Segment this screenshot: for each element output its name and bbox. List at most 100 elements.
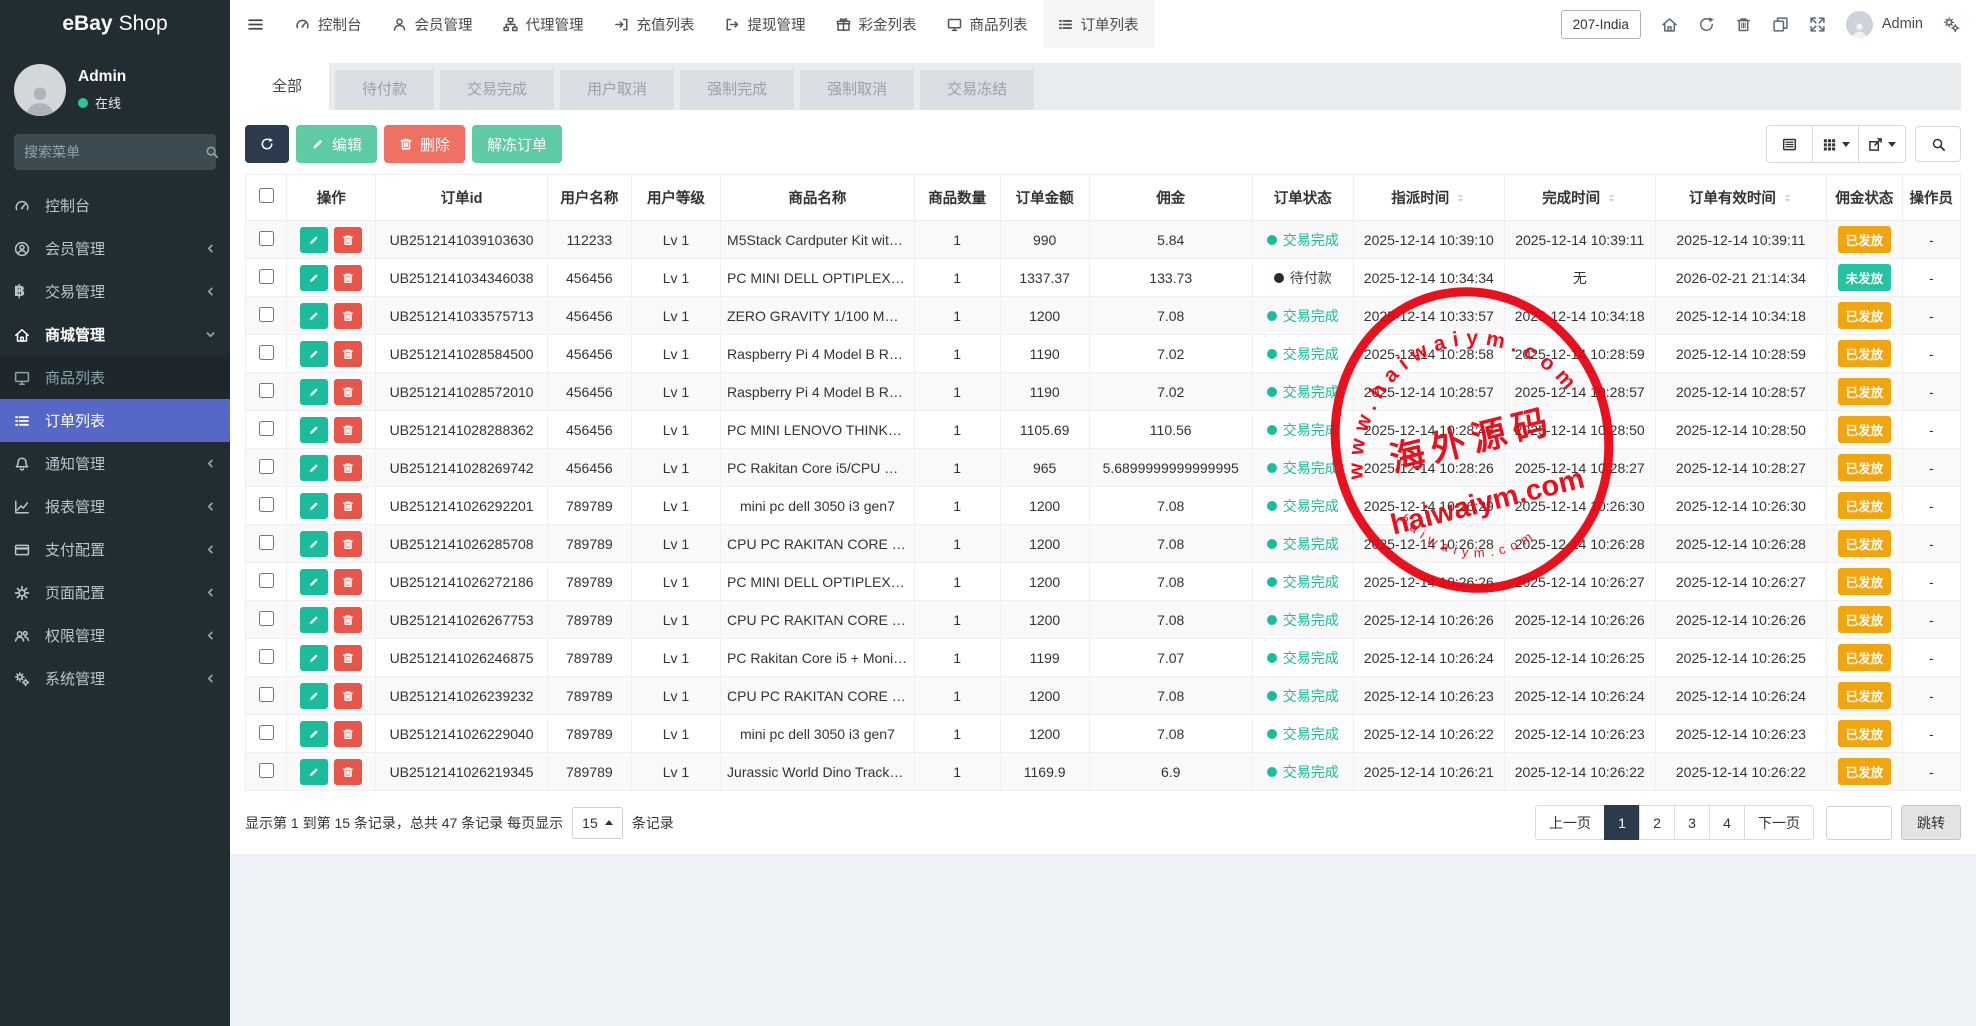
tab-交易完成[interactable]: 交易完成: [440, 70, 554, 110]
tab-强制取消[interactable]: 强制取消: [800, 70, 914, 110]
nav-item-控制台[interactable]: 控制台: [280, 0, 377, 48]
select-all-header[interactable]: [246, 175, 287, 221]
per-page-select[interactable]: 15: [572, 807, 623, 839]
row-delete-button[interactable]: [334, 493, 362, 519]
row-checkbox[interactable]: [259, 725, 274, 740]
pagination-page-3[interactable]: 3: [1674, 805, 1710, 840]
row-delete-button[interactable]: [334, 379, 362, 405]
row-edit-button[interactable]: [300, 265, 328, 291]
row-checkbox[interactable]: [259, 535, 274, 550]
row-checkbox[interactable]: [259, 687, 274, 702]
tab-交易冻结[interactable]: 交易冻结: [920, 70, 1034, 110]
select-all-checkbox[interactable]: [259, 188, 274, 203]
row-delete-button[interactable]: [334, 683, 362, 709]
pagination-page-1[interactable]: 1: [1604, 805, 1640, 840]
row-checkbox[interactable]: [259, 345, 274, 360]
delete-button[interactable]: 删除: [384, 125, 465, 163]
sidebar-item-系统管理[interactable]: 系统管理: [0, 657, 230, 700]
fullscreen-icon[interactable]: [1809, 16, 1826, 33]
row-checkbox[interactable]: [259, 421, 274, 436]
row-delete-button[interactable]: [334, 759, 362, 785]
row-delete-button[interactable]: [334, 721, 362, 747]
nav-item-代理管理[interactable]: 代理管理: [488, 0, 599, 48]
nav-item-彩金列表[interactable]: 彩金列表: [821, 0, 932, 48]
tab-强制完成[interactable]: 强制完成: [680, 70, 794, 110]
column-header-指派时间[interactable]: 指派时间: [1353, 175, 1504, 221]
user-menu[interactable]: Admin: [1846, 11, 1923, 38]
sort-icon[interactable]: [1455, 191, 1466, 205]
row-delete-button[interactable]: [334, 227, 362, 253]
refresh-button[interactable]: [245, 125, 289, 163]
pagination-page-4[interactable]: 4: [1709, 805, 1745, 840]
nav-item-充值列表[interactable]: 充值列表: [599, 0, 710, 48]
brand-logo[interactable]: eBay Shop: [0, 0, 230, 48]
region-select-button[interactable]: 207-India: [1561, 10, 1641, 39]
sidebar-item-报表管理[interactable]: 报表管理: [0, 485, 230, 528]
row-edit-button[interactable]: [300, 607, 328, 633]
nav-item-商品列表[interactable]: 商品列表: [932, 0, 1043, 48]
row-edit-button[interactable]: [300, 379, 328, 405]
sidebar-item-交易管理[interactable]: ฿交易管理: [0, 270, 230, 313]
row-checkbox[interactable]: [259, 649, 274, 664]
sidebar-item-会员管理[interactable]: 会员管理: [0, 227, 230, 270]
row-delete-button[interactable]: [334, 417, 362, 443]
nav-item-提现管理[interactable]: 提现管理: [710, 0, 821, 48]
tab-用户取消[interactable]: 用户取消: [560, 70, 674, 110]
nav-item-会员管理[interactable]: 会员管理: [377, 0, 488, 48]
page-jump-button[interactable]: 跳转: [1901, 805, 1961, 840]
row-edit-button[interactable]: [300, 531, 328, 557]
row-delete-button[interactable]: [334, 341, 362, 367]
row-checkbox[interactable]: [259, 459, 274, 474]
row-edit-button[interactable]: [300, 417, 328, 443]
row-checkbox[interactable]: [259, 383, 274, 398]
row-delete-button[interactable]: [334, 303, 362, 329]
row-edit-button[interactable]: [300, 493, 328, 519]
pagination-next[interactable]: 下一页: [1744, 805, 1814, 840]
sidebar-item-通知管理[interactable]: 通知管理: [0, 442, 230, 485]
search-icon[interactable]: [205, 145, 219, 159]
sidebar-item-页面配置[interactable]: 页面配置: [0, 571, 230, 614]
row-checkbox[interactable]: [259, 269, 274, 284]
sidebar-item-控制台[interactable]: 控制台: [0, 184, 230, 227]
detail-view-button[interactable]: [1767, 126, 1813, 162]
row-edit-button[interactable]: [300, 721, 328, 747]
settings-gears-icon[interactable]: [1943, 16, 1960, 33]
refresh-icon[interactable]: [1698, 16, 1715, 33]
tab-待付款[interactable]: 待付款: [335, 70, 434, 110]
row-checkbox[interactable]: [259, 763, 274, 778]
row-delete-button[interactable]: [334, 265, 362, 291]
sidebar-item-支付配置[interactable]: 支付配置: [0, 528, 230, 571]
row-edit-button[interactable]: [300, 645, 328, 671]
sort-icon[interactable]: [1606, 191, 1617, 205]
row-edit-button[interactable]: [300, 759, 328, 785]
sidebar-subitem-订单列表[interactable]: 订单列表: [0, 399, 230, 442]
row-checkbox[interactable]: [259, 307, 274, 322]
column-header-完成时间[interactable]: 完成时间: [1504, 175, 1655, 221]
row-edit-button[interactable]: [300, 341, 328, 367]
row-delete-button[interactable]: [334, 455, 362, 481]
row-edit-button[interactable]: [300, 303, 328, 329]
row-checkbox[interactable]: [259, 231, 274, 246]
row-edit-button[interactable]: [300, 683, 328, 709]
sidebar-subitem-商品列表[interactable]: 商品列表: [0, 356, 230, 399]
column-header-订单有效时间[interactable]: 订单有效时间: [1655, 175, 1827, 221]
nav-item-订单列表[interactable]: 订单列表: [1043, 0, 1154, 48]
row-delete-button[interactable]: [334, 531, 362, 557]
page-jump-input[interactable]: [1826, 806, 1892, 840]
search-toggle-button[interactable]: [1915, 126, 1961, 162]
row-checkbox[interactable]: [259, 497, 274, 512]
row-edit-button[interactable]: [300, 227, 328, 253]
pagination-prev[interactable]: 上一页: [1535, 805, 1605, 840]
sidebar-search-input[interactable]: [24, 144, 205, 160]
trash-icon[interactable]: [1735, 16, 1752, 33]
tab-全部[interactable]: 全部: [245, 63, 329, 110]
export-button[interactable]: [1859, 126, 1905, 162]
row-checkbox[interactable]: [259, 611, 274, 626]
row-delete-button[interactable]: [334, 569, 362, 595]
edit-button[interactable]: 编辑: [296, 125, 377, 163]
columns-button[interactable]: [1813, 126, 1859, 162]
row-delete-button[interactable]: [334, 607, 362, 633]
sidebar-item-权限管理[interactable]: 权限管理: [0, 614, 230, 657]
sort-icon[interactable]: [1782, 191, 1793, 205]
hamburger-menu-icon[interactable]: [230, 0, 280, 48]
